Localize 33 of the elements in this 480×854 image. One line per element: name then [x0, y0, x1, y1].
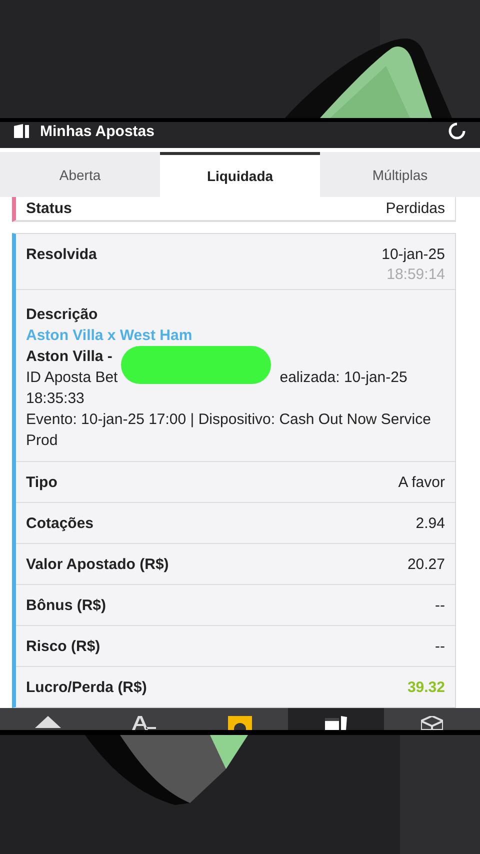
- row-label: Valor Apostado (R$): [26, 556, 169, 572]
- status-value: Perdidas: [386, 200, 445, 217]
- row-label: Bônus (R$): [26, 596, 106, 614]
- placed-date-text: ealizada: 10-jan-25: [280, 368, 408, 388]
- cube-icon: [421, 716, 443, 730]
- book-icon: [14, 124, 30, 138]
- loading-icon[interactable]: [448, 122, 466, 140]
- bet-id-text: ID Aposta Bet: [26, 368, 118, 388]
- placed-time-text: 18:35:33: [26, 389, 84, 409]
- row-value: 2.94: [416, 514, 445, 532]
- coin-icon: [228, 716, 252, 730]
- row-value: A favor: [398, 474, 445, 490]
- up-arrow-icon: [35, 716, 61, 730]
- row-value: 20.27: [407, 556, 445, 572]
- resolved-time: 18:59:14: [386, 266, 445, 283]
- resolved-date: 10-jan-25: [382, 246, 445, 263]
- event-text: Evento: 10-jan-25 17:00 | Dispositivo: Cash Out Now Service Prod: [26, 410, 432, 451]
- row-label: Cotações: [26, 514, 94, 532]
- font-size-icon: [132, 716, 156, 730]
- row-label: Tipo: [26, 474, 58, 490]
- resolved-label: Resolvida: [26, 246, 97, 265]
- row-label: Risco (R$): [26, 638, 100, 654]
- row-value: --: [435, 596, 445, 614]
- row-value: --: [435, 638, 445, 654]
- description-label: Descrição: [26, 305, 98, 325]
- cards-icon: [324, 716, 348, 730]
- row-label: Lucro/Perda (R$): [26, 678, 147, 696]
- selection-text: Aston Villa -: [26, 347, 112, 367]
- nav-tab[interactable]: [288, 708, 384, 730]
- tab[interactable]: Liquidada: [160, 152, 320, 197]
- status-label: Status: [26, 200, 72, 217]
- header-title: Minhas Apostas: [40, 122, 154, 140]
- row-value: 39.32: [407, 678, 445, 696]
